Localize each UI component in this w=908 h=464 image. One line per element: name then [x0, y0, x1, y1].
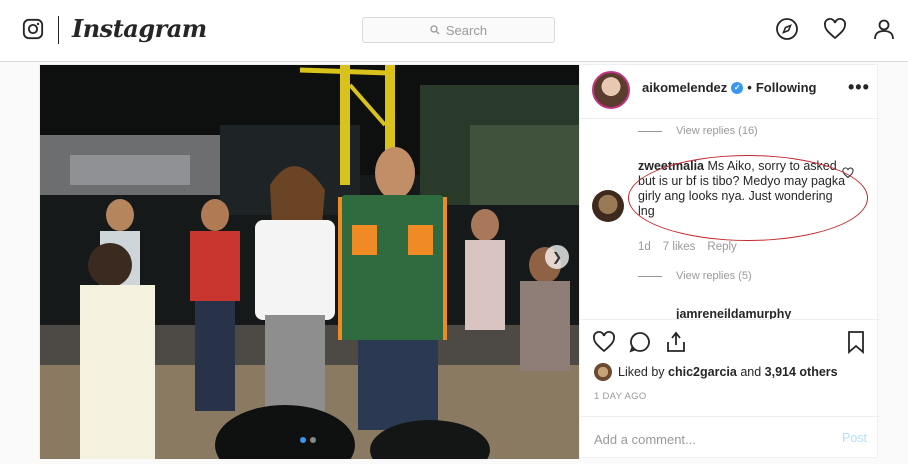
carousel-dot-active — [300, 437, 306, 443]
search-icon — [430, 25, 440, 35]
following-button[interactable]: Following — [756, 80, 817, 95]
author-avatar[interactable] — [592, 71, 630, 109]
comment-meta: 1d 7 likes Reply — [638, 241, 737, 253]
liked-by-user[interactable]: chic2garcia — [668, 365, 737, 379]
liker-avatar[interactable] — [594, 363, 612, 381]
compass-icon[interactable] — [775, 17, 799, 41]
post-card: ❯ aikomelendez ✓ • Following ••• View re… — [39, 64, 880, 459]
view-replies-bottom[interactable]: View replies (5) — [638, 270, 752, 282]
reply-divider — [638, 130, 662, 132]
post-timestamp: 1 DAY AGO — [594, 391, 647, 402]
comment-reply-button[interactable]: Reply — [707, 241, 736, 253]
add-comment-input[interactable] — [594, 429, 814, 449]
share-icon[interactable] — [664, 330, 688, 354]
like-heart-icon[interactable] — [592, 330, 616, 354]
next-commenter-username[interactable]: jamreneildamurphy — [676, 307, 791, 319]
comment-age: 1d — [638, 241, 651, 253]
reply-divider — [638, 275, 662, 277]
bookmark-icon[interactable] — [844, 330, 868, 354]
post-comment-button[interactable]: Post — [842, 431, 867, 445]
instagram-wordmark[interactable]: Instagram — [72, 14, 207, 43]
heart-icon[interactable] — [823, 17, 847, 41]
view-replies-top[interactable]: View replies (16) — [638, 125, 758, 137]
liked-by-prefix: Liked by — [618, 365, 665, 379]
verified-badge-icon: ✓ — [731, 81, 744, 94]
author-line: aikomelendez ✓ • Following — [642, 80, 816, 95]
post-photo[interactable]: ❯ — [40, 65, 579, 459]
commenter-avatar[interactable] — [592, 190, 624, 222]
user-icon[interactable] — [872, 17, 896, 41]
comment-likes[interactable]: 7 likes — [663, 241, 696, 253]
highlight-ellipse — [628, 155, 868, 241]
separator-dot: • — [747, 80, 752, 95]
instagram-logo-icon[interactable] — [22, 18, 44, 40]
carousel-next-button[interactable]: ❯ — [545, 245, 569, 269]
search-placeholder: Search — [445, 22, 488, 38]
logo-divider — [58, 16, 59, 44]
post-header: aikomelendez ✓ • Following ••• — [580, 65, 880, 119]
carousel-indicator — [300, 437, 316, 443]
top-navigation-bar: Instagram Search — [0, 0, 908, 62]
post-actions: Liked by chic2garcia and 3,914 others 1 … — [580, 319, 880, 459]
liked-by-and: and — [740, 365, 762, 379]
add-comment-bar: Post — [580, 416, 880, 460]
post-sidebar: aikomelendez ✓ • Following ••• View repl… — [579, 65, 880, 459]
liked-by-line: Liked by chic2garcia and 3,914 others — [594, 363, 838, 381]
liked-by-others[interactable]: 3,914 others — [765, 365, 838, 379]
search-input[interactable]: Search — [362, 17, 555, 43]
author-username[interactable]: aikomelendez — [642, 80, 727, 95]
carousel-dot — [310, 437, 316, 443]
chevron-right-icon: ❯ — [551, 250, 563, 264]
comment-bubble-icon[interactable] — [628, 330, 652, 354]
view-replies-top-label: View replies (16) — [676, 125, 758, 137]
photo-illustration — [40, 65, 579, 459]
more-options-icon[interactable]: ••• — [848, 77, 870, 98]
view-replies-bottom-label: View replies (5) — [676, 270, 752, 282]
